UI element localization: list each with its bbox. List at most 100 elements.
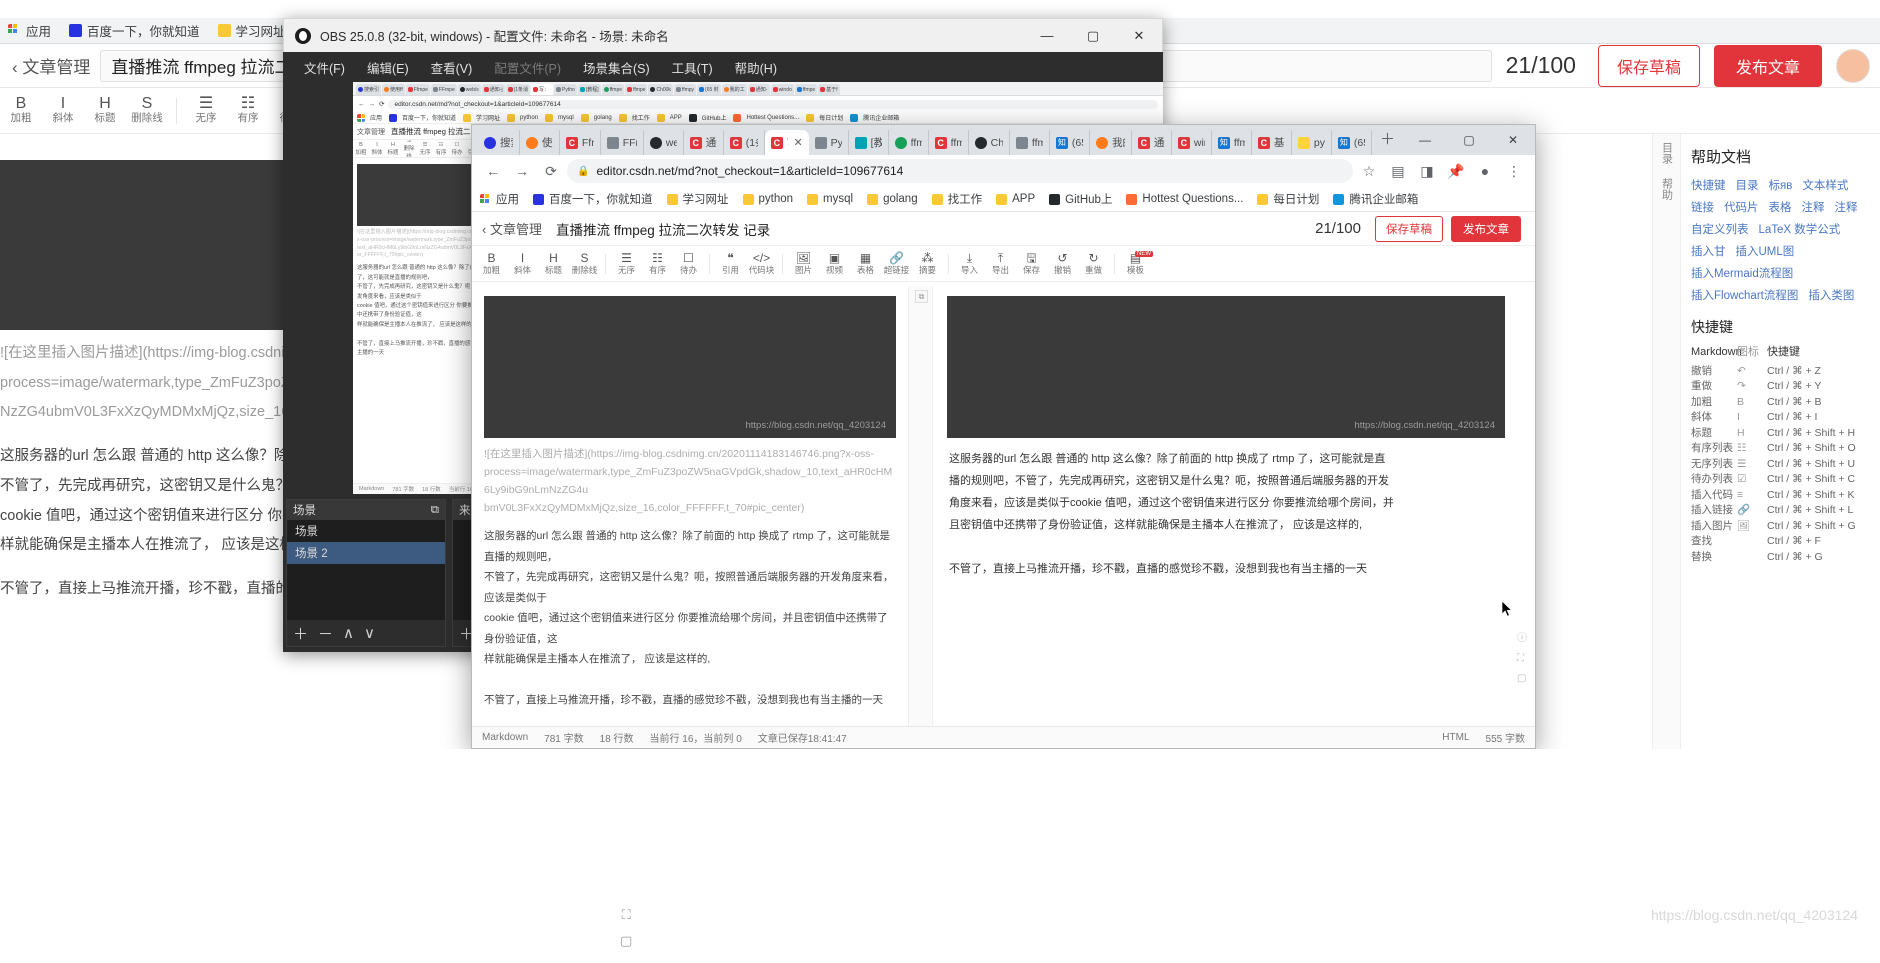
browser-tab[interactable]: C通知- [1132, 130, 1172, 155]
browser-tab[interactable]: Pytho [809, 130, 849, 155]
help-tag[interactable]: 文本样式 [1802, 177, 1848, 193]
toolbar-button-无序[interactable]: ☰ 无序 [185, 95, 227, 125]
front-browser-window[interactable]: 搜索引使用ffCFfmpeFFmpeweb/sC通知-jC(1条消C写：✕Pyt… [471, 124, 1536, 749]
browser-tab[interactable]: C通知-j [684, 130, 724, 155]
obs-close-button[interactable]: ✕ [1116, 19, 1162, 53]
bookmark-item[interactable]: 应用 [480, 191, 519, 207]
editor-toolbar-模板[interactable]: ▤ 模板 NEW [1120, 250, 1153, 276]
obs-scene-dock-popout-icon[interactable]: ⧉ [431, 504, 439, 517]
bookmark-item[interactable]: 找工作 [931, 191, 982, 207]
editor-toolbar-超链接[interactable]: 🔗 超链接 [881, 252, 912, 276]
obs-scene-item[interactable]: 场景 [287, 520, 445, 542]
browser-tab[interactable]: 知(65 封 [1050, 130, 1090, 155]
front-article-title-input[interactable]: 直播推流 ffmpeg 拉流二次转发 记录 [548, 219, 1315, 239]
bookmark-item[interactable]: 百度一下，你就知道 [69, 21, 200, 40]
bookmark-item[interactable]: python [742, 193, 793, 205]
editor-toolbar-摘要[interactable]: ⁂ 摘要 [912, 252, 943, 276]
editor-toolbar-斜体[interactable]: I 斜体 [507, 252, 538, 276]
browser-tab[interactable]: [教程] [849, 130, 889, 155]
help-tag[interactable]: 插入类图 [1808, 287, 1854, 303]
markdown-source-text[interactable]: ![在这里插入图片描述](https://img-blog.csdnimg.cn… [472, 446, 908, 711]
window-icon[interactable]: ▢ [620, 933, 632, 949]
obs-scene-footer-button[interactable]: ∧ [343, 624, 354, 642]
browser-tab[interactable]: C 写： ✕ [764, 130, 809, 155]
toolbar-button-标题[interactable]: H 标题 [84, 95, 126, 125]
bookmark-item[interactable]: golang [580, 113, 612, 122]
profile-icon[interactable]: ● [1472, 158, 1498, 184]
toolbar-button-有序[interactable]: ☷ 有序 [227, 95, 269, 125]
bookmark-item[interactable]: 腾讯企业邮箱 [850, 113, 899, 122]
editor-toolbar-代码块[interactable]: </> 代码块 [746, 252, 777, 276]
front-minimize-button[interactable]: — [1403, 125, 1447, 155]
browser-tab[interactable]: CFfmpe [560, 130, 601, 155]
front-back-to-articles[interactable]: ‹ 文章管理 [476, 219, 548, 238]
editor-toolbar-表格[interactable]: ▦ 表格 [850, 252, 881, 276]
editor-toolbar-待办[interactable]: ☐ 待办 [673, 252, 704, 276]
editor-toolbar-无序[interactable]: ☰ 无序 [611, 252, 642, 276]
browser-tab[interactable]: 使用ff [520, 130, 560, 155]
browser-tab[interactable]: 搜索引 [478, 130, 520, 155]
help-tag[interactable]: 自定义列表 [1691, 221, 1749, 237]
editor-toolbar-有序[interactable]: ☷ 有序 [642, 252, 673, 276]
browser-tab[interactable]: 我的工 [1090, 130, 1132, 155]
obs-scene-footer-button[interactable]: ∨ [364, 624, 375, 642]
editor-toolbar-视频[interactable]: ▣ 视频 [819, 252, 850, 276]
front-title-bar[interactable]: 搜索引使用ffCFfmpeFFmpeweb/sC通知-jC(1条消C写：✕Pyt… [472, 125, 1535, 155]
tab-close-icon[interactable]: ✕ [793, 136, 802, 149]
front-close-button[interactable]: ✕ [1491, 125, 1535, 155]
browser-tab[interactable]: web/s [644, 130, 684, 155]
front-tab-strip[interactable]: 搜索引使用ffCFfmpeFFmpeweb/sC通知-jC(1条消C写：✕Pyt… [472, 125, 1372, 155]
bookmark-item[interactable]: APP [996, 193, 1035, 205]
background-back-to-articles[interactable]: ‹ 文章管理 [0, 53, 100, 78]
fullscreen-icon[interactable]: ⛶ [1517, 653, 1527, 664]
editor-toolbar-引用[interactable]: ❝ 引用 [715, 252, 746, 276]
side-rail-目录[interactable]: 目录 [1659, 142, 1675, 164]
front-save-draft-button[interactable]: 保存草稿 [1375, 215, 1443, 242]
bookmark-item[interactable]: 每日计划 [806, 113, 843, 122]
help-tag[interactable]: 注释 [1835, 199, 1858, 215]
bookmark-item[interactable]: GitHub上 [1049, 191, 1112, 207]
new-tab-button[interactable]: ＋ [1372, 128, 1403, 152]
browser-tab[interactable]: C(1条消 [724, 130, 765, 155]
help-tag[interactable]: 目录 [1736, 177, 1759, 193]
fullscreen-expand-icon[interactable]: ⛶ [622, 907, 631, 923]
editor-toolbar-撤销[interactable]: ↺ 撤销 [1047, 252, 1078, 276]
help-tag[interactable]: 代码片 [1724, 199, 1759, 215]
obs-scene-footer-button[interactable]: － [318, 623, 333, 644]
obs-title-bar[interactable]: OBS 25.0.8 (32-bit, windows) - 配置文件: 未命名… [283, 18, 1163, 52]
browser-tab[interactable]: 知(65 封 [1332, 130, 1372, 155]
copy-icon[interactable]: ⧉ [915, 290, 928, 303]
toolbar-button-斜体[interactable]: I 斜体 [42, 95, 84, 125]
bookmark-item[interactable]: golang [867, 193, 918, 205]
menu-icon[interactable]: ⋮ [1501, 158, 1527, 184]
obs-menu-场景集合(S)[interactable]: 场景集合(S) [572, 54, 661, 81]
help-tag[interactable]: 插入Mermaid流程图 [1691, 265, 1793, 281]
obs-maximize-button[interactable]: ▢ [1070, 19, 1116, 53]
bookmark-item[interactable]: 百度一下，你就知道 [389, 113, 456, 122]
bookmark-item[interactable]: 腾讯企业邮箱 [1333, 191, 1418, 207]
bookmark-item[interactable]: 学习网址 [463, 113, 500, 122]
obs-minimize-button[interactable]: — [1024, 19, 1070, 53]
bookmark-item[interactable]: 百度一下，你就知道 [533, 191, 653, 207]
background-publish-button[interactable]: 发布文章 [1713, 44, 1822, 87]
obs-menu-查看(V)[interactable]: 查看(V) [420, 54, 484, 81]
obs-menu-文件(F)[interactable]: 文件(F) [293, 54, 356, 81]
background-avatar[interactable] [1836, 48, 1870, 83]
help-tag[interactable]: 插入Flowchart流程图 [1691, 287, 1798, 303]
toolbar-button-加粗[interactable]: B 加粗 [0, 95, 42, 125]
puzzle-icon[interactable]: ▤ [1385, 158, 1411, 184]
bookmark-item[interactable]: APP [656, 113, 682, 122]
markdown-source-pane[interactable]: https://blog.csdn.net/qq_4203124 ![在这里插入… [472, 286, 909, 726]
address-input[interactable]: 🔒 editor.csdn.net/md?not_checkout=1&arti… [567, 159, 1353, 183]
star-icon[interactable]: ☆ [1356, 158, 1382, 184]
bookmark-item[interactable]: GitHub上 [688, 113, 726, 122]
bookmark-item[interactable]: Hottest Questions... [1126, 193, 1243, 205]
obs-scene-footer-button[interactable]: ＋ [293, 623, 308, 644]
editor-toolbar-标题[interactable]: H 标题 [538, 252, 569, 276]
editor-toolbar-保存[interactable]: 🖫 保存 [1016, 252, 1047, 276]
obs-scene-item[interactable]: 场景 2 [287, 542, 445, 564]
help-tag[interactable]: 链接 [1691, 199, 1714, 215]
obs-menu-工具(T)[interactable]: 工具(T) [661, 54, 724, 81]
bookmark-item[interactable]: 找工作 [618, 113, 650, 122]
browser-tab[interactable]: Cffmpe [929, 130, 969, 155]
